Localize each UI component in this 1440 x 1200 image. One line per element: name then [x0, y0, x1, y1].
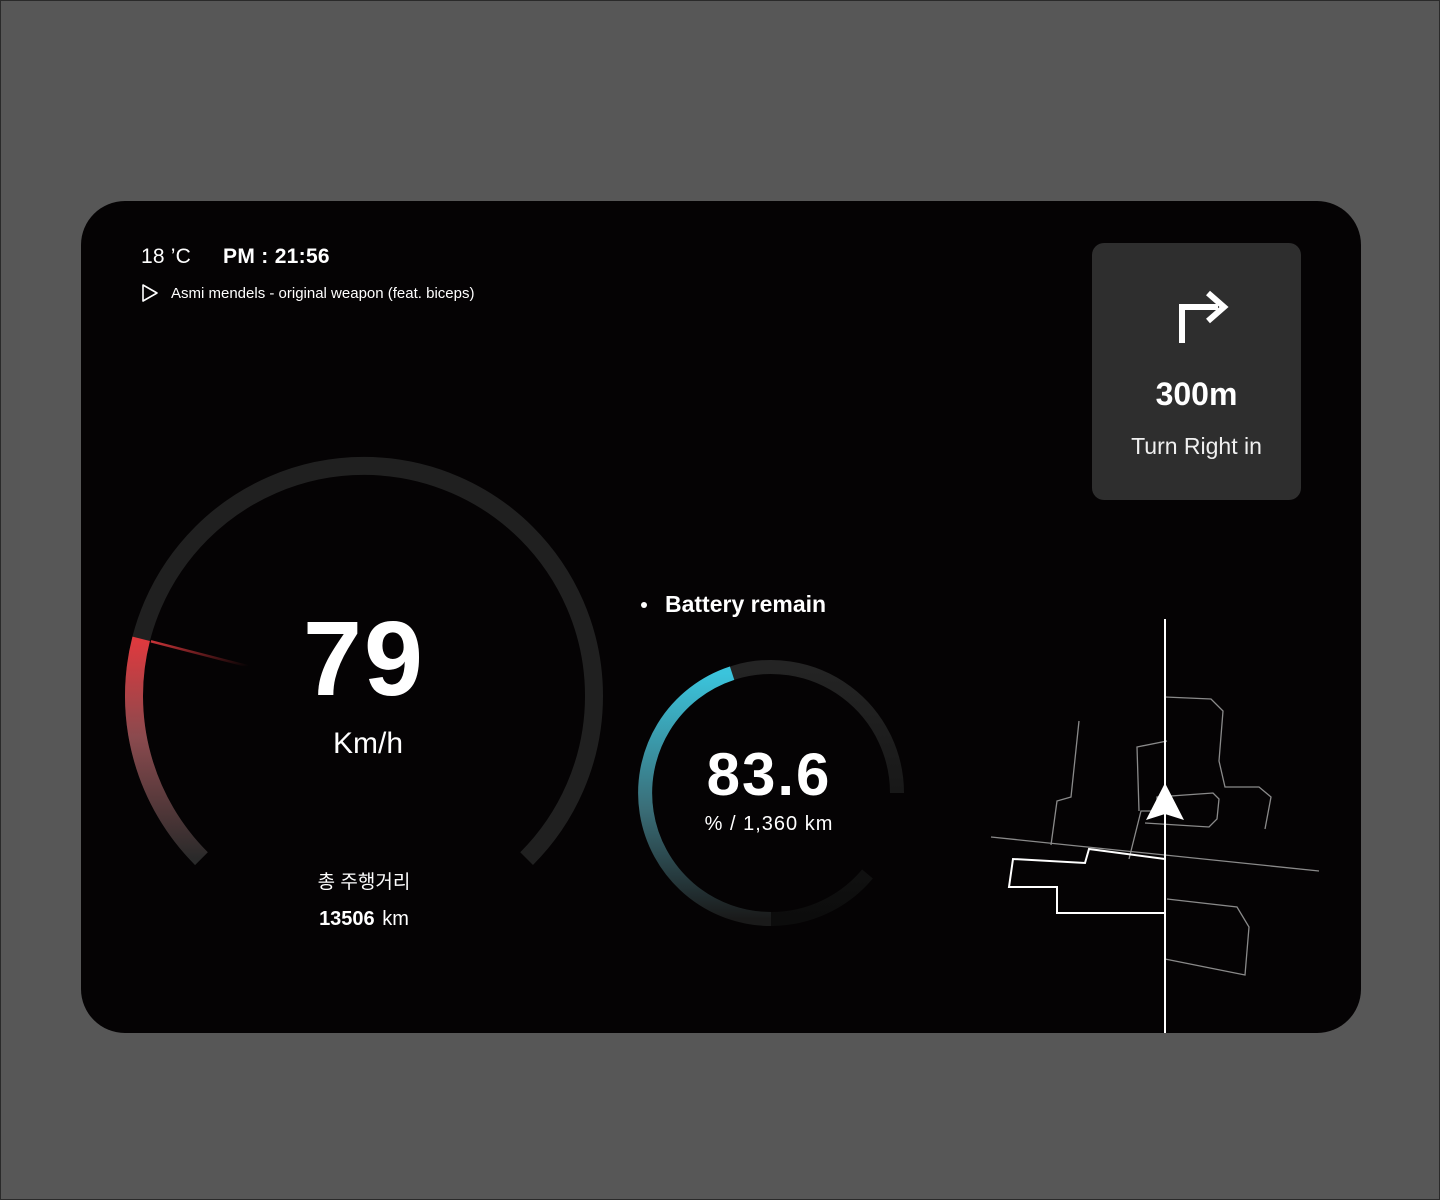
- map-road: [1164, 898, 1250, 976]
- speed-gauge-fill: [125, 636, 208, 865]
- turn-distance: 300m: [1155, 376, 1238, 412]
- odometer-value: 13506: [319, 908, 375, 930]
- map-road: [990, 836, 1320, 872]
- map-roads: [990, 696, 1320, 976]
- status-bar: 18 ’C PM : 21:56: [141, 243, 330, 271]
- play-icon[interactable]: [141, 283, 159, 303]
- odometer-readout: 13506 km: [264, 908, 464, 931]
- turn-instruction: Turn Right in: [1131, 433, 1262, 459]
- speed-needle: [150, 640, 249, 668]
- now-playing[interactable]: Asmi mendels - original weapon (feat. bi…: [141, 283, 474, 303]
- speed-value: 79: [303, 600, 425, 718]
- speed-unit: Km/h: [332, 727, 404, 760]
- battery-range: % / 1,360 km: [704, 813, 834, 835]
- map-route-path: [1007, 847, 1166, 914]
- now-playing-title: Asmi mendels - original weapon (feat. bi…: [171, 284, 475, 302]
- mini-map[interactable]: [981, 601, 1361, 1033]
- clock-readout: PM : 21:56: [223, 245, 330, 268]
- map-road: [1050, 720, 1080, 846]
- screen-background: 18 ’C PM : 21:56 Asmi mendels - original…: [0, 0, 1440, 1200]
- bullet-icon: [641, 601, 647, 608]
- odometer-label: 총 주행거리: [317, 872, 411, 893]
- map-route: [1007, 619, 1166, 1033]
- battery-title-label: Battery remain: [665, 591, 827, 617]
- battery-title: Battery remain: [641, 591, 826, 618]
- turn-right-icon: [1172, 287, 1232, 347]
- odometer-unit: km: [382, 908, 409, 930]
- temperature-readout: 18 ’C: [141, 245, 192, 268]
- navigation-card[interactable]: 300m Turn Right in: [1092, 243, 1301, 500]
- battery-percent: 83.6: [706, 741, 832, 808]
- vehicle-dashboard: 18 ’C PM : 21:56 Asmi mendels - original…: [81, 201, 1361, 1033]
